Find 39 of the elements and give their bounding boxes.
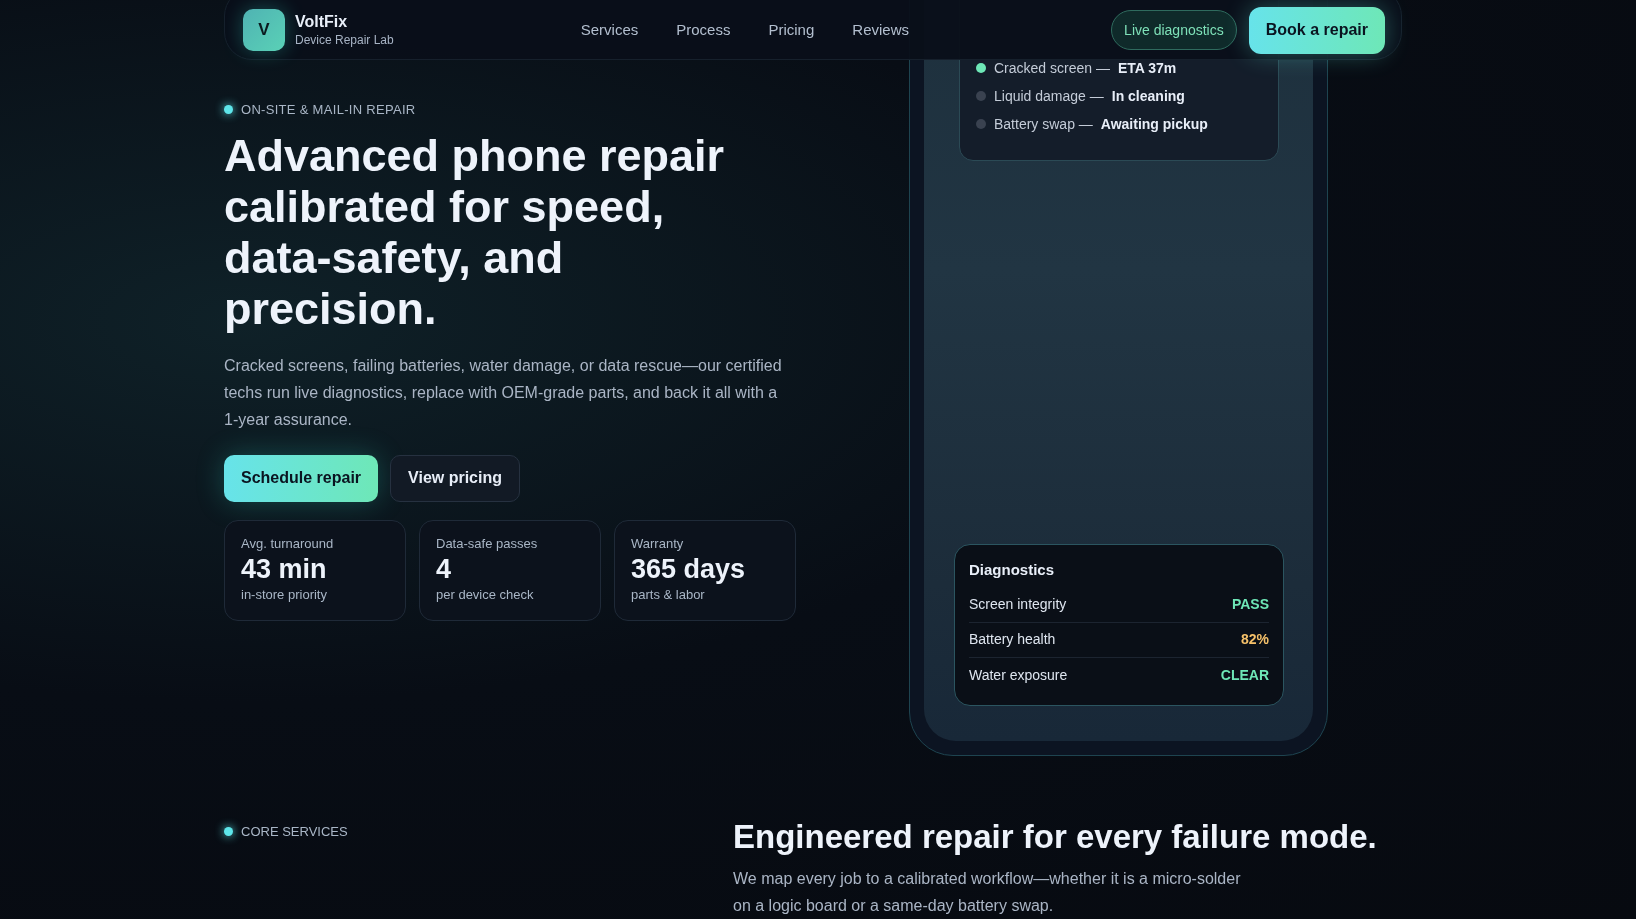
book-repair-button[interactable]: Book a repair (1248, 6, 1385, 54)
diagnostic-label: Battery health (969, 630, 1056, 649)
stat-note: per device check (436, 585, 535, 603)
nav-link[interactable]: Services (569, 18, 650, 42)
diagnostic-value: PASS (1231, 595, 1269, 614)
hero-title: Advanced phone repair calibrated for speed, data-safety, and precision. (224, 129, 726, 334)
stat-note: parts & labor (631, 585, 706, 603)
brand-tagline: Device Repair Lab (295, 32, 394, 48)
diagnostic-value: CLEAR (1220, 665, 1269, 685)
diagnostic-label: Water exposure (969, 665, 1068, 685)
stat-note: in-store priority (241, 585, 328, 603)
section-description: We map every job to a calibrated workflow—whether it is a micro-solder on a logic board or a same-day battery swap. (733, 869, 1242, 916)
diagnostic-value: 82% (1240, 630, 1269, 649)
queue-status: ETA 37m (1117, 58, 1177, 78)
stat-label: Warranty (631, 534, 685, 552)
nav-link[interactable]: Pricing (757, 18, 826, 42)
nav-link[interactable]: Process (665, 18, 742, 42)
live-diagnostics-button[interactable]: Live diagnostics (1111, 10, 1237, 50)
diagnostics-title: Diagnostics (969, 560, 1056, 580)
stat-value: 4 (436, 552, 453, 586)
stat-label: Data-safe passes (436, 534, 539, 552)
view-pricing-button[interactable]: View pricing (390, 454, 520, 502)
nav-link[interactable]: Reviews (841, 18, 920, 42)
hero-description: Cracked screens, failing batteries, water damage, or data rescue—our certified techs run live diagnostics, replace with OEM-grade parts, and back it all with a 1-year assurance. (224, 355, 783, 430)
eyebrow-label: ON-SITE & MAIL-IN REPAIR (241, 101, 416, 119)
queue-status: In cleaning (1111, 86, 1185, 106)
stat-label: Avg. turnaround (241, 534, 335, 552)
eyebrow-label: CORE SERVICES (241, 823, 348, 841)
section-title: Engineered repair for every failure mode. (733, 817, 1378, 857)
queue-job: Battery swap — (994, 114, 1093, 134)
logo-badge[interactable]: V (243, 9, 285, 51)
queue-job: Liquid damage — (994, 86, 1104, 106)
queue-job: Cracked screen — (994, 58, 1110, 78)
brand-name: VoltFix (295, 12, 349, 32)
stat-value: 365 days (631, 552, 747, 586)
stat-value: 43 min (241, 552, 328, 586)
schedule-repair-button[interactable]: Schedule repair (224, 454, 379, 502)
diagnostic-label: Screen integrity (969, 595, 1067, 614)
queue-status: Awaiting pickup (1100, 114, 1208, 134)
